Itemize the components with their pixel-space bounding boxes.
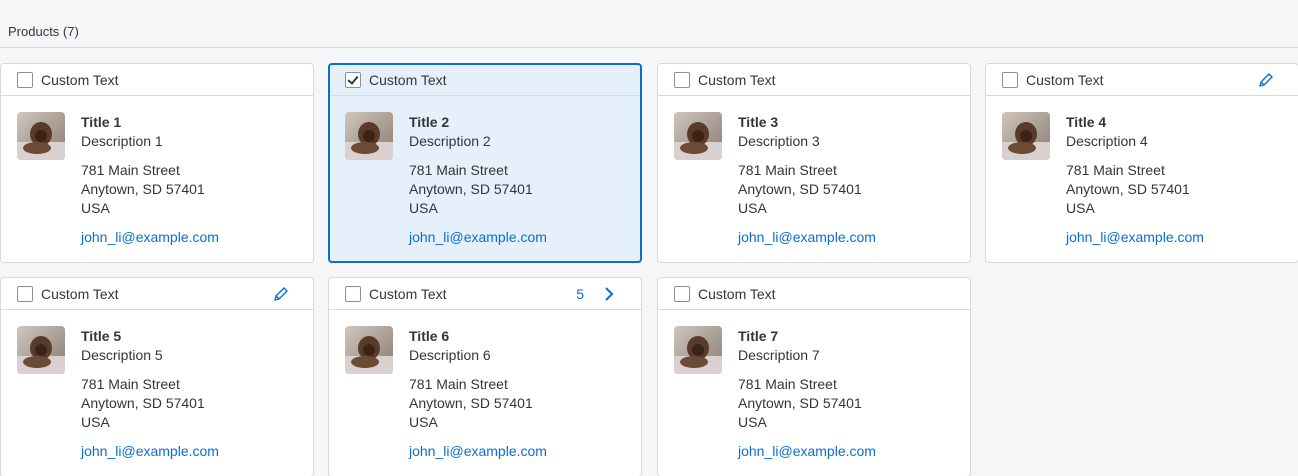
card-header-label: Custom Text [41,72,119,88]
card-title: Title 3 [738,114,779,130]
card-title: Title 5 [81,328,122,344]
product-thumbnail [17,112,65,160]
card-title: Title 7 [738,328,779,344]
address-street: 781 Main Street [409,162,508,178]
card-address: 781 Main Street Anytown, SD 57401 USA [738,161,876,218]
card-content: Title 2 Description 2 781 Main Street An… [409,113,547,247]
address-street: 781 Main Street [1066,162,1165,178]
card-description: Description 7 [738,347,820,363]
address-country: USA [409,200,438,216]
product-card[interactable]: Custom Text Title 4 Description 4 781 Ma… [985,63,1298,263]
card-address: 781 Main Street Anytown, SD 57401 USA [81,161,219,218]
card-address: 781 Main Street Anytown, SD 57401 USA [738,375,876,432]
card-email-link[interactable]: john_li@example.com [81,228,219,247]
product-card[interactable]: Custom Text Title 5 Description 5 781 Ma… [0,277,314,476]
product-thumbnail [674,112,722,160]
card-header-label: Custom Text [41,286,119,302]
product-card[interactable]: Custom Text 5 Title 6 Description 6 781 M… [328,277,642,476]
address-city: Anytown, SD 57401 [738,395,862,411]
card-checkbox[interactable] [1002,72,1018,88]
address-city: Anytown, SD 57401 [409,395,533,411]
address-street: 781 Main Street [738,376,837,392]
product-thumbnail [1002,112,1050,160]
card-title: Title 2 [409,114,450,130]
card-address: 781 Main Street Anytown, SD 57401 USA [409,161,547,218]
address-country: USA [1066,200,1095,216]
list-toolbar: Products (7) [0,0,1298,48]
product-card[interactable]: Custom Text Title 1 Description 1 781 Ma… [0,63,314,263]
card-content: Title 3 Description 3 781 Main Street An… [738,113,876,247]
card-header-label: Custom Text [1026,72,1104,88]
product-card[interactable]: Custom Text Title 7 Description 7 781 Ma… [657,277,971,476]
address-street: 781 Main Street [81,376,180,392]
card-title: Title 4 [1066,114,1107,130]
card-email-link[interactable]: john_li@example.com [409,228,547,247]
card-content: Title 7 Description 7 781 Main Street An… [738,327,876,461]
checkmark-icon [347,73,359,85]
card-header: Custom Text [1,278,313,310]
card-description: Description 2 [409,133,491,149]
address-street: 781 Main Street [738,162,837,178]
card-header: Custom Text [986,64,1298,96]
card-header-label: Custom Text [698,72,776,88]
card-checkbox[interactable] [674,72,690,88]
card-counter: 5 [576,286,584,302]
address-street: 781 Main Street [81,162,180,178]
list-title: Products (7) [8,24,79,39]
card-description: Description 6 [409,347,491,363]
card-header: Custom Text 5 [329,278,641,310]
product-card[interactable]: Custom Text Title 2 Description 2 781 Ma… [328,63,642,263]
card-address: 781 Main Street Anytown, SD 57401 USA [81,375,219,432]
card-content: Title 5 Description 5 781 Main Street An… [81,327,219,461]
address-city: Anytown, SD 57401 [409,181,533,197]
card-description: Description 5 [81,347,163,363]
product-thumbnail [17,326,65,374]
address-country: USA [81,414,110,430]
card-checkbox[interactable] [345,72,361,88]
card-content: Title 4 Description 4 781 Main Street An… [1066,113,1204,247]
card-address: 781 Main Street Anytown, SD 57401 USA [409,375,547,432]
card-content: Title 1 Description 1 781 Main Street An… [81,113,219,247]
address-street: 781 Main Street [409,376,508,392]
card-title: Title 6 [409,328,450,344]
card-header-label: Custom Text [369,72,447,88]
product-thumbnail [345,326,393,374]
card-email-link[interactable]: john_li@example.com [738,228,876,247]
card-checkbox[interactable] [674,286,690,302]
card-header: Custom Text [330,65,640,96]
card-header: Custom Text [1,64,313,96]
address-city: Anytown, SD 57401 [738,181,862,197]
card-checkbox[interactable] [17,286,33,302]
card-content: Title 6 Description 6 781 Main Street An… [409,327,547,461]
address-country: USA [738,414,767,430]
card-title: Title 1 [81,114,122,130]
card-checkbox[interactable] [345,286,361,302]
card-header-label: Custom Text [369,286,447,302]
card-header: Custom Text [658,278,970,310]
card-header-label: Custom Text [698,286,776,302]
card-description: Description 3 [738,133,820,149]
address-city: Anytown, SD 57401 [81,395,205,411]
card-email-link[interactable]: john_li@example.com [81,442,219,461]
card-description: Description 1 [81,133,163,149]
card-email-link[interactable]: john_li@example.com [1066,228,1204,247]
card-email-link[interactable]: john_li@example.com [738,442,876,461]
address-country: USA [409,414,438,430]
card-address: 781 Main Street Anytown, SD 57401 USA [1066,161,1204,218]
chevron-right-icon[interactable] [603,285,615,303]
address-city: Anytown, SD 57401 [81,181,205,197]
card-checkbox[interactable] [17,72,33,88]
product-thumbnail [345,112,393,160]
pencil-icon[interactable] [1258,72,1274,88]
address-country: USA [81,200,110,216]
card-email-link[interactable]: john_li@example.com [409,442,547,461]
card-description: Description 4 [1066,133,1148,149]
card-header: Custom Text [658,64,970,96]
address-country: USA [738,200,767,216]
pencil-icon[interactable] [273,286,289,302]
product-card[interactable]: Custom Text Title 3 Description 3 781 Ma… [657,63,971,263]
product-thumbnail [674,326,722,374]
address-city: Anytown, SD 57401 [1066,181,1190,197]
